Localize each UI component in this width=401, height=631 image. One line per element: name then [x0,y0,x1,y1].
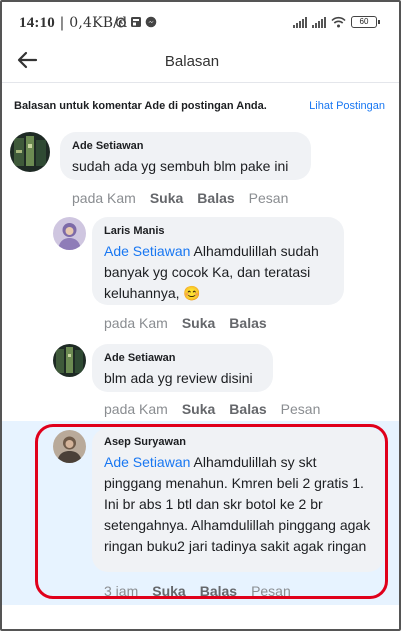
like-button[interactable]: Suka [182,315,215,331]
wifi-icon [331,16,346,28]
notification-icons [115,16,157,28]
comment-actions: pada Kam Suka Balas Pesan [104,401,320,417]
reply-button[interactable]: Balas [229,401,266,417]
comment-actions: pada Kam Suka Balas [104,315,267,331]
comment-text: Ade Setiawan Alhamdulillah sudah banyak … [104,241,332,304]
avatar-ade-setiawan[interactable] [53,344,86,377]
comment-time: pada Kam [72,190,136,206]
avatar-laris-manis[interactable] [53,217,86,250]
like-button[interactable]: Suka [182,401,215,417]
comment-text: blm ada yg review disini [104,370,253,386]
status-left: 14:10 | 0,4KB/d [19,15,127,32]
status-right: 60 [293,16,380,28]
header-divider [2,82,399,83]
comment-author[interactable]: Ade Setiawan [72,140,299,152]
comment-bubble[interactable]: Ade Setiawan sudah ada yg sembuh blm pak… [60,132,311,180]
avatar-image [53,217,86,250]
comment-actions: pada Kam Suka Balas Pesan [72,190,288,206]
message-button[interactable]: Pesan [249,190,289,206]
signal-icon [293,16,307,28]
signal-icon-2 [312,16,326,28]
avatar-ade-setiawan[interactable] [10,132,50,172]
messenger-notification-icon [145,16,157,28]
comment-time: pada Kam [104,315,168,331]
comment-bubble[interactable]: Laris Manis Ade Setiawan Alhamdulillah s… [92,217,344,305]
alarm-icon [115,17,127,28]
annotation-highlight-box [35,424,388,599]
message-button[interactable]: Pesan [281,401,321,417]
reply-button[interactable]: Balas [229,315,266,331]
comment-text: sudah ada yg sembuh blm pake ini [72,158,289,174]
battery-icon: 60 [351,16,380,28]
app-frame: 14:10 | 0,4KB/d 60 Balasan Balasan untuk… [0,0,401,631]
comment-author[interactable]: Laris Manis [104,225,332,237]
reply-button[interactable]: Balas [197,190,234,206]
like-button[interactable]: Suka [150,190,183,206]
reply-notice: Balasan untuk komentar Ade di postingan … [14,100,267,112]
comment-time: pada Kam [104,401,168,417]
comment-bubble[interactable]: Ade Setiawan blm ada yg review disini [92,344,273,392]
header-bar: Balasan [2,42,399,82]
page-title: Balasan [164,53,220,70]
avatar-image [53,344,86,377]
mention-link[interactable]: Ade Setiawan [104,243,190,259]
status-bar: 14:10 | 0,4KB/d 60 [2,2,399,42]
app-notification-icon [131,17,141,27]
comment-author[interactable]: Ade Setiawan [104,352,261,364]
view-post-link[interactable]: Lihat Postingan [309,100,385,112]
status-time: 14:10 [19,15,55,31]
avatar-image [10,132,50,172]
